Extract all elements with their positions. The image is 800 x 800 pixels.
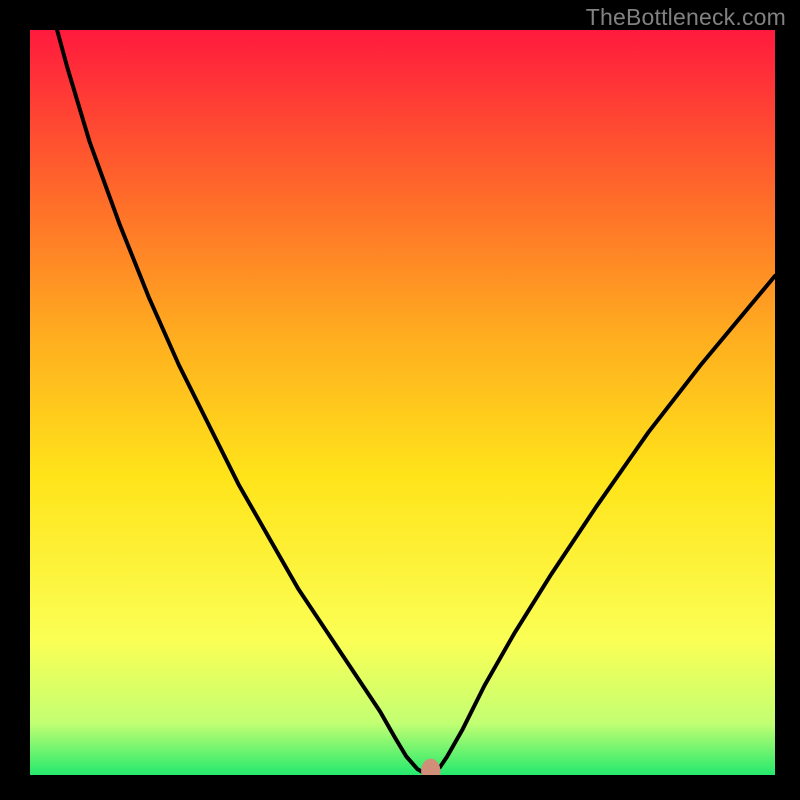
gradient-background [30,30,775,775]
plot-area [30,30,775,775]
watermark-text: TheBottleneck.com [586,4,786,31]
chart-svg [30,30,775,775]
chart-container: TheBottleneck.com [0,0,800,800]
